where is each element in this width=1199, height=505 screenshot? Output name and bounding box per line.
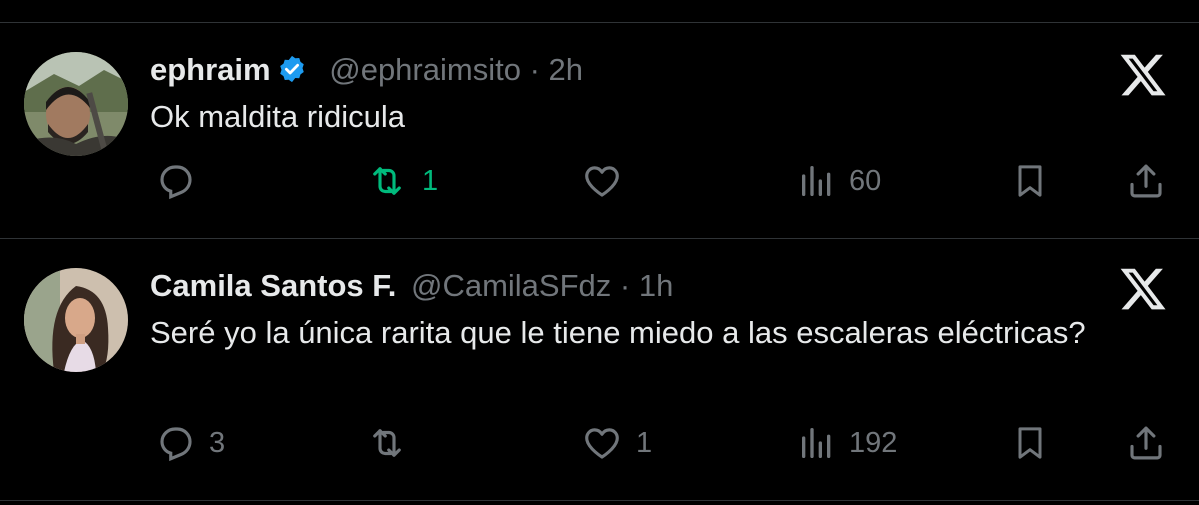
like-icon — [580, 422, 624, 464]
display-name[interactable]: ephraim — [150, 52, 271, 87]
like-count: 1 — [636, 426, 653, 459]
reply-icon — [155, 422, 197, 464]
bookmark-button[interactable] — [1010, 422, 1050, 464]
retweet-button[interactable]: 1 — [364, 160, 438, 202]
views-icon — [797, 160, 837, 202]
display-name[interactable]: Camila Santos F. — [150, 268, 396, 303]
avatar-camila[interactable] — [24, 268, 128, 372]
timestamp[interactable]: 1h — [639, 268, 673, 303]
handle[interactable]: @CamilaSFdz — [411, 268, 611, 303]
divider-bottom — [0, 500, 1199, 501]
like-button[interactable] — [580, 160, 636, 202]
views-count: 192 — [849, 426, 898, 459]
bookmark-icon — [1010, 160, 1050, 202]
tweet-text: Ok maldita ridicula — [150, 99, 405, 134]
like-icon — [580, 160, 624, 202]
x-logo-icon — [1118, 50, 1168, 100]
reply-button[interactable]: 3 — [155, 422, 225, 464]
reply-count: 3 — [209, 426, 226, 459]
retweet-button[interactable] — [364, 422, 422, 464]
avatar-ephraim[interactable] — [24, 52, 128, 156]
retweet-icon — [364, 160, 410, 202]
bookmark-button[interactable] — [1010, 160, 1050, 202]
share-button[interactable] — [1124, 422, 1168, 464]
views-button[interactable]: 60 — [797, 160, 881, 202]
retweet-icon — [364, 422, 410, 464]
tweet-1-header: ephraim @ephraimsito · 2h — [150, 52, 583, 92]
x-logo-icon — [1118, 264, 1168, 314]
tweet-2[interactable]: Camila Santos F. @CamilaSFdz · 1h Seré y… — [0, 238, 1199, 500]
retweet-count: 1 — [422, 164, 439, 197]
tweet-2-header: Camila Santos F. @CamilaSFdz · 1h — [150, 268, 674, 303]
views-count: 60 — [849, 164, 882, 197]
bookmark-icon — [1010, 422, 1050, 464]
share-icon — [1124, 422, 1168, 464]
share-button[interactable] — [1124, 160, 1168, 202]
like-button[interactable]: 1 — [580, 422, 652, 464]
tweet-1[interactable]: ephraim @ephraimsito · 2h Ok maldita rid… — [0, 0, 1199, 238]
tweet-text: Seré yo la única rarita que le tiene mie… — [150, 315, 1086, 350]
share-icon — [1124, 160, 1168, 202]
reply-icon — [155, 160, 197, 202]
views-icon — [797, 422, 837, 464]
reply-button[interactable] — [155, 160, 209, 202]
views-button[interactable]: 192 — [797, 422, 897, 464]
timestamp[interactable]: 2h — [549, 52, 583, 87]
verified-badge-icon — [277, 54, 307, 92]
handle[interactable]: @ephraimsito — [329, 52, 521, 87]
